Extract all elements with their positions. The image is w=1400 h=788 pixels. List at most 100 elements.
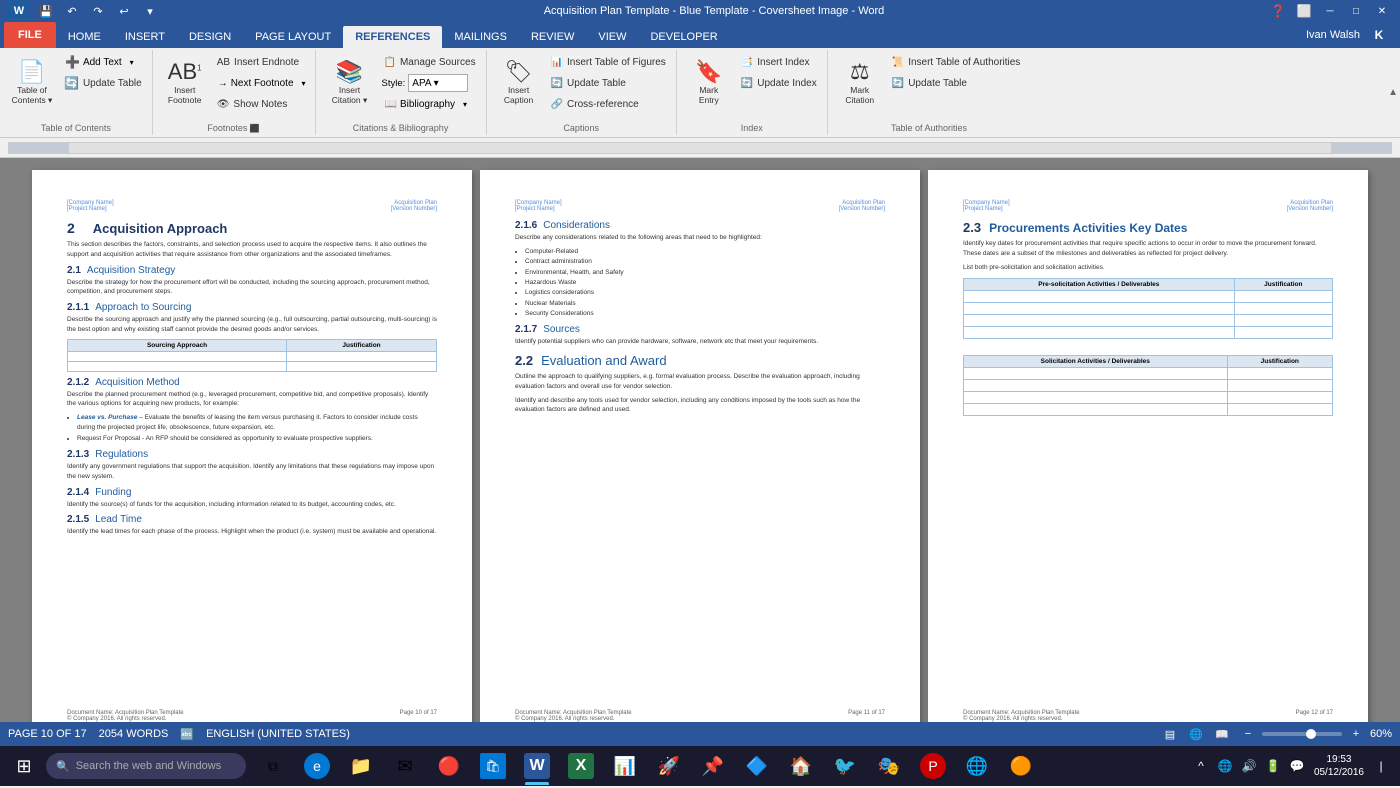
update-index-button[interactable]: 🔄 Update Index: [737, 73, 821, 93]
tray-clock[interactable]: 19:53 05/12/2016: [1310, 753, 1368, 779]
insert-index-button[interactable]: 📑 Insert Index: [737, 52, 821, 72]
insert-caption-button[interactable]: 🏷 InsertCaption: [493, 52, 545, 114]
taskbar-search[interactable]: 🔍 Search the web and Windows: [46, 753, 246, 779]
tab-view[interactable]: VIEW: [586, 26, 638, 48]
style-combo[interactable]: APA ▾: [408, 74, 468, 92]
cross-reference-button[interactable]: 🔗 Cross-reference: [547, 94, 670, 114]
show-notes-button[interactable]: 👁 Show Notes: [213, 94, 309, 114]
mark-citation-button[interactable]: ⚖ MarkCitation: [834, 52, 886, 114]
zoom-slider[interactable]: [1262, 732, 1342, 736]
insert-table-figures-button[interactable]: 📊 Insert Table of Figures: [547, 52, 670, 72]
explorer-button[interactable]: 📁: [340, 747, 382, 785]
spell-check-icon[interactable]: 🔤: [180, 728, 194, 741]
insert-footnote-button[interactable]: AB1 InsertFootnote: [159, 52, 211, 114]
table-row: [964, 368, 1333, 380]
bibliography-button[interactable]: 📖 Bibliography: [380, 94, 461, 114]
insert-authorities-button[interactable]: 📜 Insert Table of Authorities: [888, 52, 1025, 72]
next-fn-label: Next Footnote: [231, 78, 294, 89]
ribbon-collapse-button[interactable]: ▲: [1388, 87, 1398, 98]
clock-date: 05/12/2016: [1314, 766, 1364, 779]
store-button[interactable]: 🛍: [472, 747, 514, 785]
language-indicator[interactable]: ENGLISH (UNITED STATES): [206, 728, 350, 740]
add-text-arrow[interactable]: ▾: [127, 52, 137, 72]
zoom-out-button[interactable]: −: [1238, 724, 1258, 744]
close-button[interactable]: ✕: [1372, 3, 1392, 19]
next-footnote-button[interactable]: → Next Footnote: [213, 73, 299, 93]
update-table-toc-button[interactable]: 🔄 Update Table: [60, 73, 146, 93]
tab-review[interactable]: REVIEW: [519, 26, 586, 48]
undo-button[interactable]: ↶: [62, 2, 82, 20]
view-web-button[interactable]: 🌐: [1186, 724, 1206, 744]
green-app-button[interactable]: 📊: [604, 747, 646, 785]
zoom-thumb[interactable]: [1306, 729, 1316, 739]
sub-215-body: Identify the lead times for each phase o…: [67, 527, 437, 537]
tray-network-icon[interactable]: 🌐: [1214, 747, 1236, 785]
save-button[interactable]: 💾: [36, 2, 56, 20]
page-12-footer: Document Name: Acquisition Plan Template…: [963, 710, 1333, 722]
red-app-button[interactable]: P: [912, 747, 954, 785]
insert-endnote-button[interactable]: AB Insert Endnote: [213, 52, 309, 72]
tray-battery-icon[interactable]: 🔋: [1262, 747, 1284, 785]
house-app-button[interactable]: 🏠: [780, 747, 822, 785]
mail-button[interactable]: ✉: [384, 747, 426, 785]
tab-insert[interactable]: INSERT: [113, 26, 177, 48]
manage-sources-button[interactable]: 📋 Manage Sources: [380, 52, 480, 72]
tab-page-layout[interactable]: PAGE LAYOUT: [243, 26, 343, 48]
show-desktop-button[interactable]: |: [1370, 747, 1392, 785]
repeat-button[interactable]: ↩: [114, 2, 134, 20]
music-app-button[interactable]: 🎭: [868, 747, 910, 785]
tab-design[interactable]: DESIGN: [177, 26, 243, 48]
redo-button[interactable]: ↷: [88, 2, 108, 20]
view-print-button[interactable]: ▤: [1160, 724, 1180, 744]
maximize-button[interactable]: □: [1346, 3, 1366, 19]
tab-references[interactable]: REFERENCES: [343, 26, 442, 48]
minimize-button[interactable]: ─: [1320, 3, 1340, 19]
view-read-button[interactable]: 📖: [1212, 724, 1232, 744]
insert-citation-button[interactable]: 📚 InsertCitation ▾: [322, 52, 378, 114]
globe-app-button[interactable]: 🌐: [956, 747, 998, 785]
word-icon[interactable]: W: [8, 0, 30, 22]
sub-216-body: Describe any considerations related to t…: [515, 233, 885, 243]
zoom-in-button[interactable]: +: [1346, 724, 1366, 744]
user-name[interactable]: Ivan Walsh: [1306, 29, 1360, 41]
update-table-auth-button[interactable]: 🔄 Update Table: [888, 73, 1025, 93]
biblio-arrow[interactable]: ▾: [460, 94, 470, 114]
start-button[interactable]: ⊞: [4, 747, 44, 785]
ribbon-display-button[interactable]: ⬜: [1294, 1, 1314, 21]
group-idx-label: Index: [683, 121, 821, 135]
tab-developer[interactable]: DEVELOPER: [638, 26, 729, 48]
customize-qa-button[interactable]: ▾: [140, 2, 160, 20]
tab-home[interactable]: HOME: [56, 26, 113, 48]
blue-app-button[interactable]: 🔷: [736, 747, 778, 785]
word-taskbar-button[interactable]: W: [516, 747, 558, 785]
title-bar-controls: ❓ ⬜ ─ □ ✕: [1268, 1, 1392, 21]
tray-volume-icon[interactable]: 🔊: [1238, 747, 1260, 785]
bibliography-split: 📖 Bibliography ▾: [380, 94, 480, 114]
add-text-button[interactable]: ➕ Add Text: [60, 52, 127, 72]
teal-app-button[interactable]: 🚀: [648, 747, 690, 785]
ruler-content: [69, 142, 1331, 154]
tab-file[interactable]: FILE: [4, 22, 56, 48]
tray-chevron[interactable]: ^: [1190, 747, 1212, 785]
next-fn-arrow[interactable]: ▾: [299, 73, 309, 93]
table-of-contents-button[interactable]: 📄 Table ofContents ▾: [6, 52, 58, 114]
orange-app-button[interactable]: 🟠: [1000, 747, 1042, 785]
edge-button[interactable]: e: [296, 747, 338, 785]
mark-entry-button[interactable]: 🔖 MarkEntry: [683, 52, 735, 114]
bullet-contract: Contract administration: [525, 257, 885, 267]
pin-app-button[interactable]: 📌: [692, 747, 734, 785]
tray-action-center[interactable]: 💬: [1286, 747, 1308, 785]
document-area[interactable]: [Company Name][Project Name] Acquisition…: [0, 158, 1400, 722]
bird-app-button[interactable]: 🐦: [824, 747, 866, 785]
user-avatar[interactable]: K: [1366, 22, 1392, 48]
endnote-label: Insert Endnote: [234, 57, 299, 68]
chrome-button[interactable]: 🔴: [428, 747, 470, 785]
show-notes-icon: 👁: [217, 99, 230, 110]
help-button[interactable]: ❓: [1268, 1, 1288, 21]
task-view-button[interactable]: ⧉: [252, 747, 294, 785]
sub-23-body1: Identify key dates for procurement activ…: [963, 239, 1333, 259]
excel-button[interactable]: X: [560, 747, 602, 785]
update-table-icon: 🔄: [64, 76, 79, 90]
update-table-cap-button[interactable]: 🔄 Update Table: [547, 73, 670, 93]
tab-mailings[interactable]: MAILINGS: [442, 26, 519, 48]
